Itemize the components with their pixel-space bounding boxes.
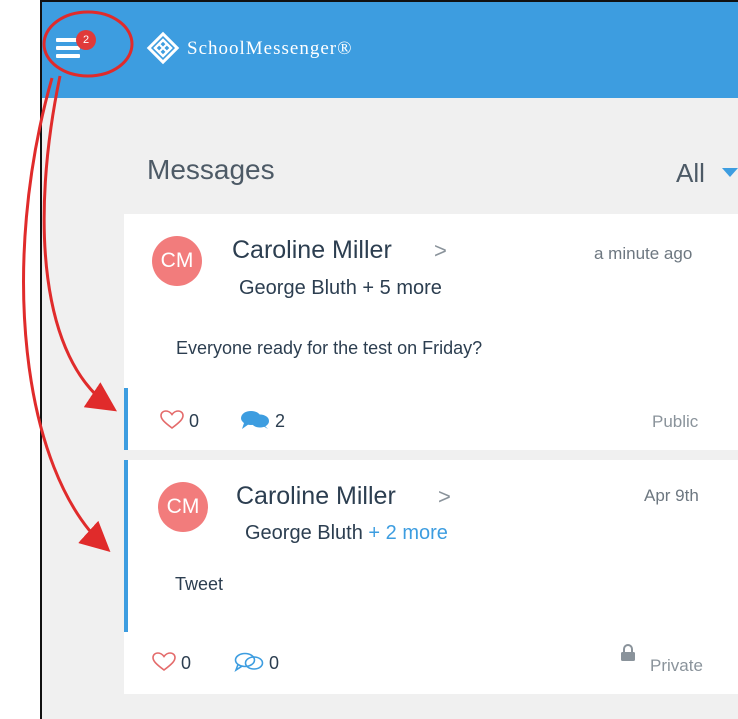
- comment-icon: [241, 411, 269, 429]
- chevron-down-icon[interactable]: [722, 168, 738, 177]
- sender-name[interactable]: Caroline Miller: [232, 236, 392, 265]
- recipients-more[interactable]: + 5 more: [357, 277, 442, 299]
- visibility-label: Private: [650, 656, 703, 675]
- sender-name[interactable]: Caroline Miller: [236, 482, 396, 511]
- recipients-more[interactable]: + 2 more: [363, 522, 448, 544]
- message-time: a minute ago: [594, 244, 693, 263]
- heart-icon: [160, 410, 184, 430]
- like-count: 0: [189, 411, 200, 431]
- chevron-right-icon[interactable]: >: [438, 484, 451, 510]
- hamburger-menu-icon-bar: [56, 46, 80, 50]
- like-button[interactable]: 0: [160, 410, 199, 432]
- message-card[interactable]: CM Caroline Miller > a minute ago George…: [124, 214, 738, 450]
- school-messenger-logo-icon: [146, 31, 180, 65]
- visibility-label: Public: [652, 412, 699, 431]
- comment-button[interactable]: 2: [240, 410, 285, 432]
- message-body: Everyone ready for the test on Friday?: [176, 338, 483, 358]
- message-card[interactable]: CM Caroline Miller > Apr 9th George Blut…: [124, 460, 738, 694]
- comment-count: 2: [275, 411, 286, 431]
- recipients[interactable]: George Bluth + 5 more: [239, 277, 442, 300]
- card-accent-bar: [124, 388, 128, 450]
- avatar: CM: [158, 482, 208, 532]
- notification-badge: 2: [76, 30, 96, 50]
- hamburger-menu-icon-bar: [56, 54, 80, 58]
- heart-icon: [152, 652, 176, 672]
- like-button[interactable]: 0: [152, 652, 191, 674]
- top-bar: 2 SchoolMessenger®: [42, 2, 738, 98]
- avatar: CM: [152, 236, 202, 286]
- recipients[interactable]: George Bluth + 2 more: [245, 522, 448, 545]
- chevron-right-icon[interactable]: >: [434, 238, 447, 264]
- page-title: Messages: [147, 154, 275, 185]
- message-body: Tweet: [175, 574, 224, 594]
- lock-icon: [621, 644, 635, 661]
- comment-count: 0: [269, 653, 280, 673]
- like-count: 0: [181, 653, 192, 673]
- brand-name: SchoolMessenger®: [187, 38, 353, 59]
- filter-dropdown[interactable]: All: [676, 158, 705, 189]
- message-time: Apr 9th: [644, 486, 699, 505]
- recipient-name: George Bluth: [245, 522, 363, 544]
- card-accent-bar: [124, 460, 128, 632]
- comment-button[interactable]: 0: [234, 652, 279, 674]
- comment-icon: [234, 652, 264, 672]
- recipient-name: George Bluth: [239, 277, 357, 299]
- app-frame: 2 SchoolMessenger® Messages All CM Carol…: [40, 0, 738, 719]
